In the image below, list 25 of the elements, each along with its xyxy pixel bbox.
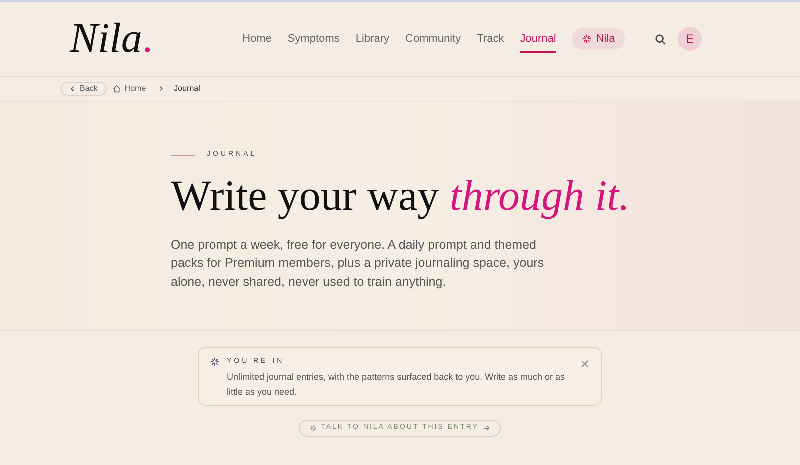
avatar[interactable]: E [678,27,702,51]
search-icon[interactable] [655,34,666,44]
nav-link[interactable]: Community [406,24,462,54]
notice-text: Unlimited journal entries, with the patterns surfaced back to you. Write as much or as little as you need. [227,370,566,399]
chevron-right-icon [158,86,164,92]
logo[interactable]: Nila. [70,18,153,60]
nav-link[interactable]: Track [477,24,504,54]
close-button[interactable] [581,360,589,368]
nav-link[interactable]: Home [242,24,272,54]
chevron-left-icon [70,86,76,92]
nav-link[interactable]: Library [356,24,390,54]
home-icon [112,85,121,93]
close-icon [581,360,589,368]
breadcrumb-link[interactable]: Journal [174,83,200,95]
sparkle-icon [210,357,220,367]
nav-link[interactable]: Journal [520,24,556,54]
nila-pill-button[interactable]: Nila [572,28,626,50]
page-heading: Write your way through it. [171,174,631,218]
back-button[interactable]: Back [61,82,107,96]
breadcrumb-link[interactable]: Home [124,83,146,95]
intro-paragraph: One prompt a week, free for everyone. A daily prompt and themed packs for Premium members, plus a private journaling space, yours alone, never shared, never used to train anything. [171,236,546,291]
sparkle-icon [582,34,592,44]
nav-link[interactable]: Symptoms [288,24,340,54]
sparkle-icon [310,425,318,432]
arrow-right-icon [482,425,490,432]
